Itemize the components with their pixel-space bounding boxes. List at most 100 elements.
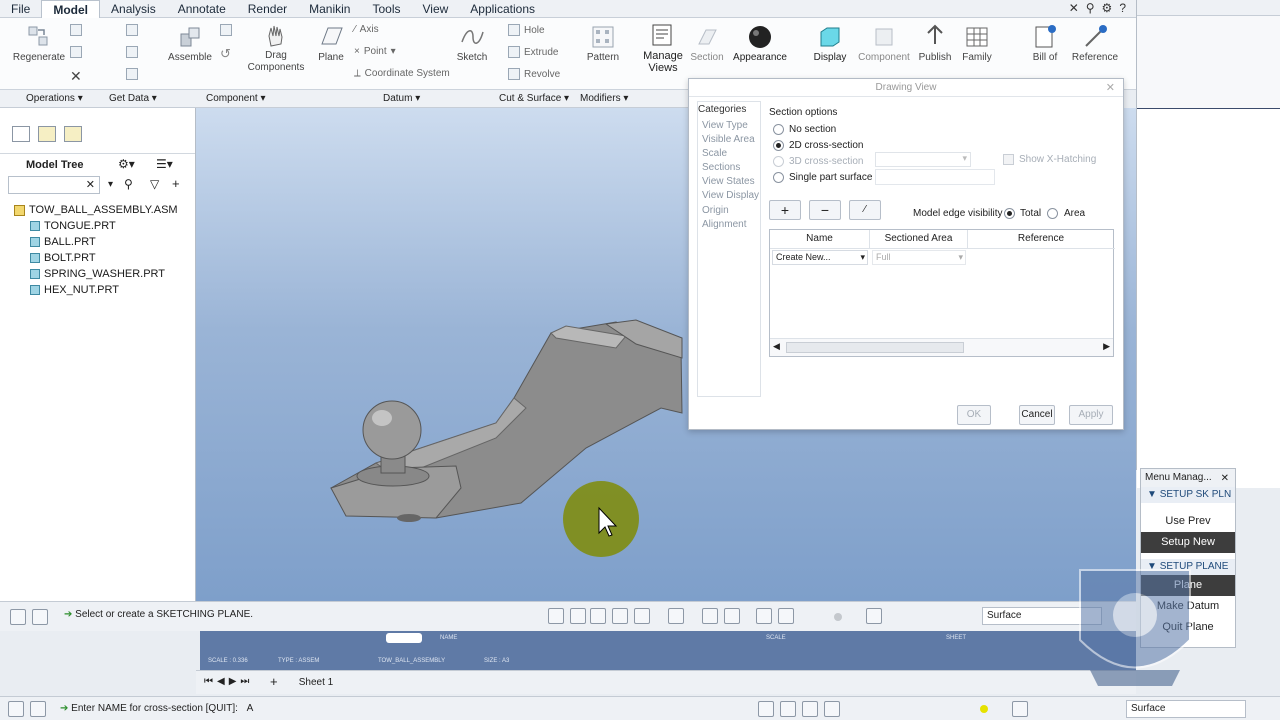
coordinate-system-button[interactable]: ⟂ Coordinate System <box>354 68 450 79</box>
model-tree-tab[interactable] <box>12 126 30 142</box>
horizontal-scrollbar[interactable]: ◀ ▶ <box>770 338 1113 356</box>
point-button[interactable]: × Point ▾ <box>354 46 396 57</box>
folder-browser-tab[interactable] <box>38 126 56 142</box>
group-get-data[interactable]: Get Data ▾ <box>109 93 157 104</box>
show-xhatching-checkbox[interactable] <box>1003 154 1014 165</box>
favorites-tab[interactable] <box>64 126 82 142</box>
datum-display-icon[interactable] <box>702 608 718 624</box>
close-icon[interactable]: ✕ <box>1221 470 1229 488</box>
find-icon[interactable] <box>1012 701 1028 717</box>
shrinkwrap-icon[interactable] <box>126 46 138 58</box>
clear-search-icon[interactable]: ✕ <box>86 178 95 191</box>
group-datum[interactable]: Datum ▾ <box>383 93 420 104</box>
tab-annotate[interactable]: Annotate <box>167 0 237 18</box>
category-view-type[interactable]: View Type <box>702 120 748 131</box>
spin-center-icon[interactable] <box>756 608 772 624</box>
tree-item-part[interactable]: BALL.PRT <box>30 236 96 248</box>
zoom-in-icon[interactable] <box>780 701 796 717</box>
find-icon[interactable]: ⚲ <box>124 177 133 191</box>
group-component[interactable]: Component ▾ <box>206 93 266 104</box>
group-modifiers[interactable]: Modifiers ▾ <box>580 93 628 104</box>
component-button[interactable]: Component <box>856 24 912 63</box>
tab-applications[interactable]: Applications <box>459 0 546 18</box>
user-defined-icon[interactable] <box>126 24 138 36</box>
tree-item-part[interactable]: SPRING_WASHER.PRT <box>30 268 165 280</box>
3d-section-select[interactable]: ▾ <box>875 152 971 167</box>
tab-render[interactable]: Render <box>237 0 298 18</box>
single-part-surface-radio[interactable] <box>773 172 784 183</box>
category-scale[interactable]: Scale <box>702 148 727 159</box>
tree-item-part[interactable]: HEX_NUT.PRT <box>30 284 119 296</box>
repaint-icon[interactable] <box>612 608 628 624</box>
refit-icon[interactable] <box>758 701 774 717</box>
revolve-button[interactable]: Revolve <box>508 68 560 80</box>
tab-manikin[interactable]: Manikin <box>298 0 361 18</box>
tree-item-part[interactable]: TONGUE.PRT <box>30 220 116 232</box>
filter-dropdown-icon[interactable]: ▾ <box>108 179 113 190</box>
3d-cross-section-radio[interactable] <box>773 156 784 167</box>
remove-section-button[interactable]: − <box>809 200 841 220</box>
zoom-out-icon[interactable] <box>590 608 606 624</box>
tree-search-input[interactable]: ✕ <box>8 176 100 194</box>
ok-button[interactable]: OK <box>957 405 991 425</box>
extrude-button[interactable]: Extrude <box>508 46 558 58</box>
tree-settings-icon[interactable]: ⚙▾ <box>118 157 135 171</box>
apply-button[interactable]: Apply <box>1069 405 1113 425</box>
category-view-states[interactable]: View States <box>702 176 755 187</box>
zoom-out-icon[interactable] <box>802 701 818 717</box>
flip-section-button[interactable]: ⁄ <box>849 200 881 220</box>
edge-area-radio[interactable] <box>1047 208 1058 219</box>
create-icon[interactable] <box>220 24 232 36</box>
plane-button[interactable]: Plane <box>314 24 348 63</box>
sheet-navigation-icon[interactable]: ⏮◀▶⏭ <box>204 676 253 687</box>
category-sections[interactable]: Sections <box>702 162 740 173</box>
navigator-toggle-icon[interactable] <box>8 701 24 717</box>
bill-of-materials-button[interactable]: Bill of <box>1024 24 1066 63</box>
zoom-in-icon[interactable] <box>570 608 586 624</box>
manage-views-button[interactable]: Manage Views <box>640 22 686 74</box>
filter-icon[interactable]: ▽ <box>150 177 159 191</box>
merge-icon[interactable] <box>126 68 138 80</box>
close-icon[interactable]: ✕ <box>1069 1 1079 15</box>
sketch-button[interactable]: Sketch <box>454 24 490 63</box>
table-row[interactable]: Create New... ▾ Full ▾ <box>770 248 1115 266</box>
sectioned-area-select[interactable]: Full ▾ <box>872 250 966 265</box>
2d-cross-section-radio[interactable] <box>773 140 784 151</box>
repeat-icon[interactable]: ↺ <box>220 46 231 62</box>
axis-button[interactable]: ⁄ Axis <box>354 24 379 35</box>
regenerate-button[interactable]: Regenerate <box>12 24 66 63</box>
copy-icon[interactable] <box>70 24 82 36</box>
tab-view[interactable]: View <box>411 0 459 18</box>
hole-button[interactable]: Hole <box>508 24 545 36</box>
drag-components-button[interactable]: Drag Components <box>246 22 306 74</box>
cross-section-name-input[interactable]: A <box>247 703 254 714</box>
tree-item-part[interactable]: BOLT.PRT <box>30 252 96 264</box>
browser-toggle-icon[interactable] <box>32 609 48 625</box>
group-cut-surface[interactable]: Cut & Surface ▾ <box>499 93 569 104</box>
settings-icon[interactable]: ⚙ <box>1102 1 1113 15</box>
display-button[interactable]: Display <box>810 24 850 63</box>
menu-item-use-prev[interactable]: Use Prev <box>1141 511 1235 532</box>
category-alignment[interactable]: Alignment <box>702 219 746 230</box>
tree-columns-icon[interactable]: ☰▾ <box>156 157 173 171</box>
cancel-button[interactable]: Cancel <box>1019 405 1055 425</box>
add-icon[interactable]: + <box>172 176 180 191</box>
no-section-radio[interactable] <box>773 124 784 135</box>
display-style-icon[interactable] <box>634 608 650 624</box>
sheet-tab[interactable]: Sheet 1 <box>288 674 344 692</box>
add-sheet-icon[interactable]: + <box>270 674 278 689</box>
tab-analysis[interactable]: Analysis <box>100 0 167 18</box>
selection-filter-select[interactable]: Surface <box>1126 700 1246 718</box>
appearance-display-icon[interactable] <box>778 608 794 624</box>
reference-viewer-button[interactable]: Reference <box>1070 24 1120 63</box>
section-button[interactable]: Section <box>688 24 726 63</box>
find-icon[interactable] <box>866 608 882 624</box>
tab-tools[interactable]: Tools <box>361 0 411 18</box>
assemble-button[interactable]: Assemble <box>166 24 214 63</box>
repaint-icon[interactable] <box>824 701 840 717</box>
annotation-display-icon[interactable] <box>724 608 740 624</box>
single-part-surface-input[interactable] <box>875 169 995 185</box>
pattern-button[interactable]: Pattern <box>584 24 622 63</box>
tab-file[interactable]: File <box>0 0 41 18</box>
tree-item-assembly[interactable]: TOW_BALL_ASSEMBLY.ASM <box>14 204 178 216</box>
